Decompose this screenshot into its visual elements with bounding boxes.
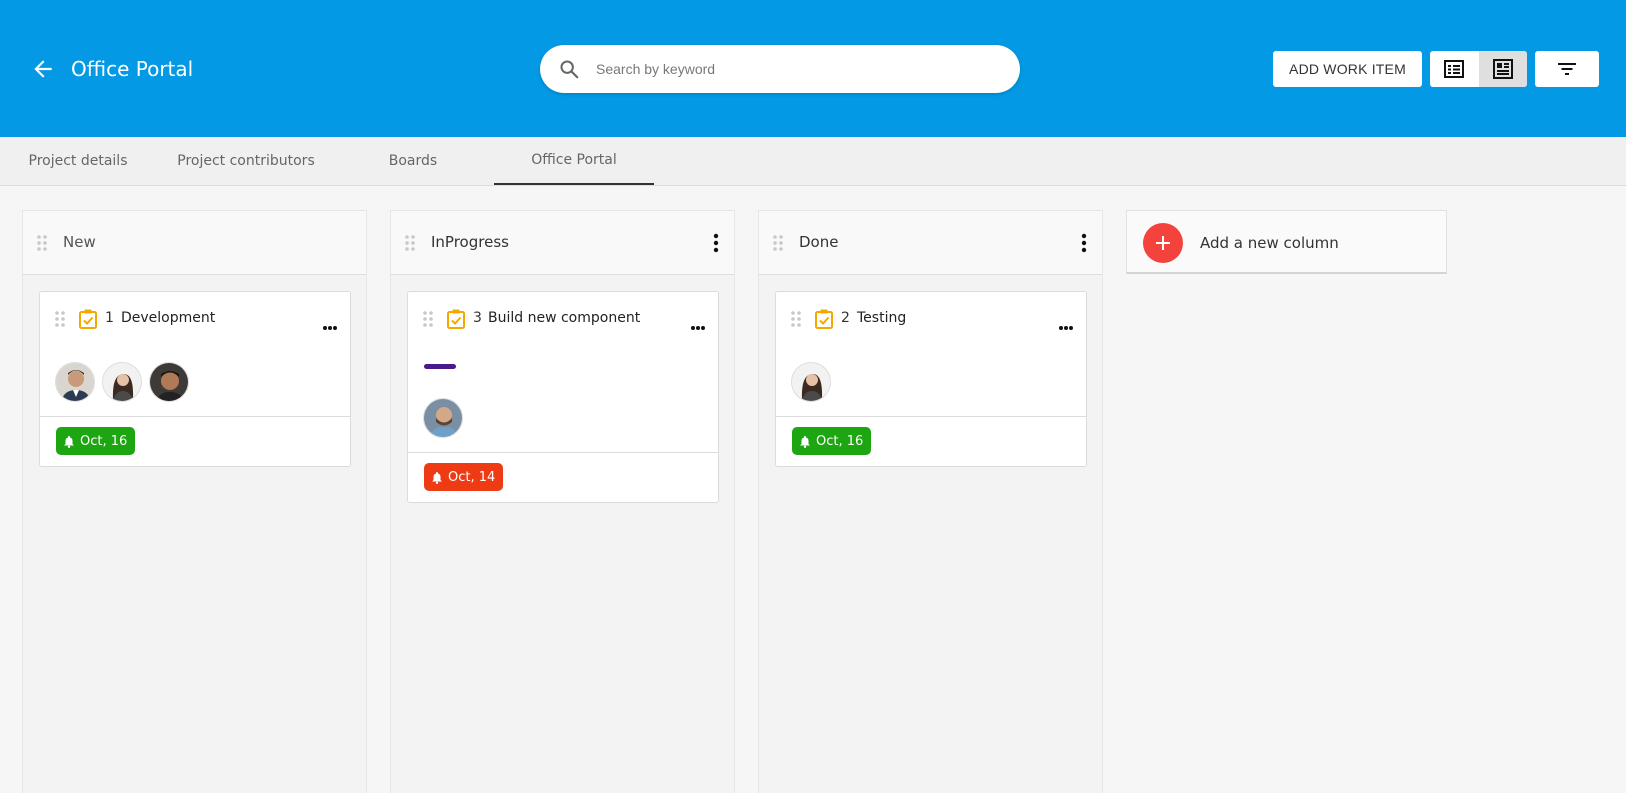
view-toggle: [1430, 51, 1527, 87]
due-date-text: Oct, 16: [816, 433, 864, 449]
drag-handle-icon[interactable]: [423, 311, 433, 327]
checklist-icon: [78, 308, 98, 330]
more-options-icon[interactable]: [322, 316, 338, 330]
drag-handle-icon[interactable]: [791, 311, 801, 327]
drag-handle-icon[interactable]: [773, 235, 783, 251]
list-view-button[interactable]: [1430, 51, 1479, 87]
tab-office-portal[interactable]: Office Portal: [494, 137, 654, 185]
add-column-button[interactable]: Add a new column: [1126, 210, 1447, 274]
search-icon: [558, 58, 580, 80]
work-item-card[interactable]: 2 Testing Oct, 16: [775, 291, 1087, 467]
assignee-avatar[interactable]: [55, 362, 95, 402]
filter-button[interactable]: [1535, 51, 1599, 87]
assignee-avatar[interactable]: [423, 398, 463, 438]
card-title[interactable]: Build new component: [488, 310, 640, 326]
column-menu-icon[interactable]: [1080, 233, 1088, 253]
column-title[interactable]: InProgress: [431, 233, 509, 251]
column-title[interactable]: Done: [799, 233, 838, 251]
tab-boards[interactable]: Boards: [360, 137, 466, 185]
tab-project-contributors[interactable]: Project contributors: [170, 137, 322, 185]
add-column-label: Add a new column: [1200, 234, 1339, 252]
assignee-avatar[interactable]: [791, 362, 831, 402]
card-title[interactable]: Testing: [857, 310, 906, 326]
more-options-icon[interactable]: [1058, 316, 1074, 330]
tag-bar: [424, 364, 456, 369]
column-menu-icon[interactable]: [712, 233, 720, 253]
card-number: 3: [473, 310, 482, 326]
back-arrow-icon[interactable]: [30, 56, 56, 82]
filter-icon: [1558, 63, 1576, 75]
app-header: Office Portal ADD WORK ITEM: [0, 0, 1626, 137]
work-item-card[interactable]: 3 Build new component Oct, 14: [407, 291, 719, 503]
board-column-done: Done 2 Testing Oct, 16: [758, 210, 1103, 793]
card-number: 1: [105, 310, 114, 326]
tab-bar: Project details Project contributors Boa…: [0, 137, 1626, 186]
bell-icon: [800, 435, 810, 448]
card-footer: Oct, 16: [776, 416, 1086, 466]
bell-icon: [432, 471, 442, 484]
board-view-button[interactable]: [1478, 51, 1527, 87]
search-bar[interactable]: [540, 45, 1020, 93]
board-column-new: New 1 Development Oct, 16: [22, 210, 367, 793]
board-column-inprogress: InProgress 3 Build new component Oct, 14: [390, 210, 735, 793]
tab-project-details[interactable]: Project details: [18, 137, 138, 185]
assignee-avatar[interactable]: [102, 362, 142, 402]
page-title: Office Portal: [71, 57, 194, 81]
card-number: 2: [841, 310, 850, 326]
work-item-card[interactable]: 1 Development Oct, 16: [39, 291, 351, 467]
plus-icon[interactable]: [1143, 223, 1183, 263]
checklist-icon: [814, 308, 834, 330]
column-header: Done: [759, 211, 1102, 275]
due-date-text: Oct, 16: [80, 433, 128, 449]
column-header: InProgress: [391, 211, 734, 275]
due-date-text: Oct, 14: [448, 469, 496, 485]
drag-handle-icon[interactable]: [37, 235, 47, 251]
add-work-item-button[interactable]: ADD WORK ITEM: [1273, 51, 1422, 87]
more-options-icon[interactable]: [690, 316, 706, 330]
card-footer: Oct, 14: [408, 452, 718, 502]
card-title[interactable]: Development: [121, 310, 215, 326]
bell-icon: [64, 435, 74, 448]
due-date-badge[interactable]: Oct, 16: [792, 427, 872, 455]
card-footer: Oct, 16: [40, 416, 350, 466]
search-input[interactable]: [596, 45, 996, 93]
drag-handle-icon[interactable]: [405, 235, 415, 251]
column-header: New: [23, 211, 366, 275]
assignee-avatar[interactable]: [149, 362, 189, 402]
column-title[interactable]: New: [63, 233, 96, 251]
drag-handle-icon[interactable]: [55, 311, 65, 327]
list-view-icon: [1444, 60, 1465, 78]
checklist-icon: [446, 308, 466, 330]
due-date-badge[interactable]: Oct, 14: [424, 463, 504, 491]
due-date-badge[interactable]: Oct, 16: [56, 427, 136, 455]
board-view-icon: [1492, 59, 1513, 79]
